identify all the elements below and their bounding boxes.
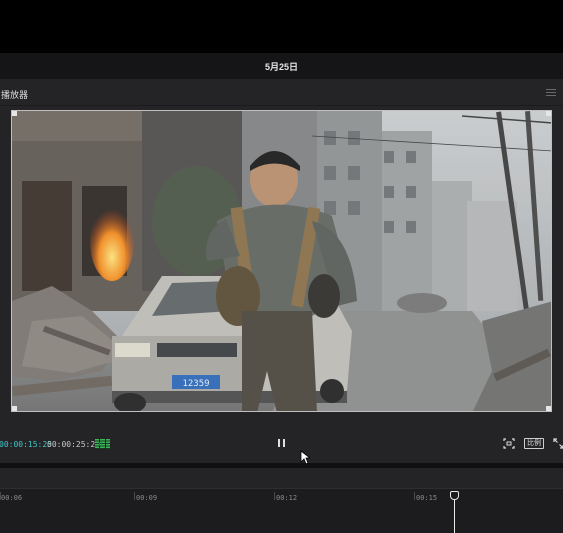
- crop-handle-bottom-right[interactable]: [546, 406, 551, 411]
- tick-label: 00:15: [416, 494, 438, 502]
- pause-icon: [278, 439, 280, 447]
- player-panel-title: 播放器: [1, 90, 29, 100]
- expand-icon[interactable]: [553, 438, 563, 449]
- crop-handle-top-right[interactable]: [546, 111, 551, 116]
- player-controls: 00:00:15:25 00:00:25:29 比例: [0, 433, 563, 455]
- tick-label: 00:09: [136, 494, 158, 502]
- timeline-toolbar: [0, 468, 563, 488]
- player-panel-header: 播放器: [0, 79, 563, 106]
- current-timecode: 00:00:15:25: [0, 440, 52, 449]
- window-date-title: 5月25日: [264, 61, 299, 72]
- crop-handle-top-left[interactable]: [12, 111, 17, 116]
- tick-line: [274, 492, 275, 500]
- window-title-bar: 5月25日: [0, 53, 563, 79]
- pause-button[interactable]: [277, 439, 286, 448]
- pause-icon-bar: [283, 439, 285, 447]
- tick-line: [414, 492, 415, 500]
- mouse-cursor-icon: [300, 450, 310, 465]
- audio-meter-icon[interactable]: [95, 439, 110, 449]
- aspect-ratio-button[interactable]: 比例: [524, 438, 544, 449]
- playhead-handle[interactable]: [450, 491, 459, 500]
- top-black-area: [0, 0, 563, 53]
- tick-line: [134, 492, 135, 500]
- playhead-line[interactable]: [454, 497, 455, 533]
- player-panel: 播放器 12359 00:00:15:25 00:00:25:29 比例: [0, 79, 563, 463]
- video-preview[interactable]: 12359: [11, 110, 552, 412]
- hamburger-menu-icon[interactable]: [546, 89, 556, 97]
- tick-label: 00:06: [1, 494, 23, 502]
- crop-handle-bottom-left[interactable]: [12, 406, 17, 411]
- video-frame-image: 12359: [12, 111, 551, 411]
- timeline-ruler[interactable]: 00:06 00:09 00:12 00:15: [0, 488, 563, 533]
- fit-screen-icon[interactable]: [503, 438, 515, 449]
- tick-label: 00:12: [276, 494, 298, 502]
- total-timecode: 00:00:25:29: [47, 440, 100, 449]
